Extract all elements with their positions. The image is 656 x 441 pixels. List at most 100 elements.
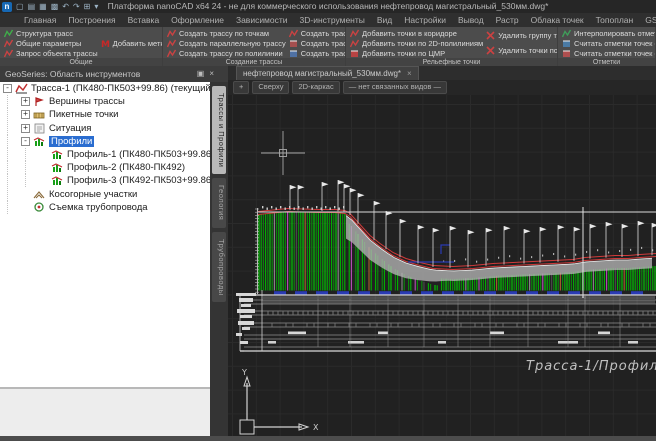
create-parallel-trace-icon	[167, 39, 176, 48]
tool-palette-header[interactable]: GeoSeries: Область инструментов ▣ ×	[0, 66, 228, 82]
ribbon-button-label: Создать параллельную трассу	[179, 39, 286, 48]
open-file-icon[interactable]: ▤	[28, 0, 36, 13]
ribbon-button-label: Создать трассу по полилинии	[179, 49, 283, 58]
ribbon-tab-настройки[interactable]: Настройки	[398, 13, 452, 27]
add-points-in-corridor-icon	[350, 29, 359, 38]
ribbon-button-add-points-by-dem[interactable]: Добавить точки по ЦМР	[350, 48, 483, 58]
ribbon-button-read-point-marks-dem[interactable]: Считать отметки точек с ЦМР	[562, 38, 656, 48]
ribbon-tab-растр[interactable]: Растр	[490, 13, 525, 27]
palette-tab-геология[interactable]: Геология	[212, 178, 226, 227]
ribbon-group-отметки: Интерполировать отметки точекСчитать отм…	[558, 27, 656, 66]
ribbon-tab-главная[interactable]: Главная	[18, 13, 62, 27]
tree-item[interactable]: +Вершины трассы	[0, 95, 210, 108]
ribbon-button-interpolate-point-marks[interactable]: Интерполировать отметки точек	[562, 28, 656, 38]
tree-item[interactable]: Съемка трубопровода	[0, 201, 210, 214]
ribbon-button-read-point-marks-dem-auto[interactable]: Считать отметки точек с ЦМР авт	[562, 48, 656, 58]
window-title: Платформа nanoCAD x64 24 - не для коммер…	[0, 0, 656, 13]
expand-icon[interactable]: +	[21, 110, 30, 119]
picket-points-icon	[33, 109, 46, 120]
ribbon-button-create-trace-by-points[interactable]: Создать трассу по точкам	[167, 28, 286, 38]
ribbon-button-label: Интерполировать отметки точек	[574, 29, 656, 38]
ribbon-button-query-trace-object[interactable]: Запрос объекта трассы	[4, 48, 98, 58]
trace-tree: - Трасса-1 (ПК480-ПК503+99.86) (текущий в…	[0, 82, 210, 387]
close-tab-icon[interactable]: ×	[407, 67, 412, 80]
tree-item[interactable]: - Трасса-1 (ПК480-ПК503+99.86) (текущий в…	[0, 82, 210, 95]
save-all-icon[interactable]: ▩	[51, 0, 59, 13]
new-file-icon[interactable]: ▢	[16, 0, 24, 13]
palette-tab-трубопроводы[interactable]: Трубопроводы	[212, 232, 226, 303]
collapse-icon[interactable]: -	[21, 137, 30, 146]
drawing-canvas[interactable]: Трасса-1/Профиль-1 Y X	[228, 95, 656, 436]
ribbon-tab-зависимости[interactable]: Зависимости	[230, 13, 294, 27]
create-trace-by-profile-line-icon	[289, 29, 298, 38]
ribbon-button-create-trace-by-profile-line[interactable]: Создать трассу по линии профиля	[289, 28, 346, 38]
profile-title-label: Трасса-1/Профиль-1	[526, 359, 656, 374]
ribbon-button-label: Считать отметки точек с ЦМР авт	[574, 49, 656, 58]
expand-icon[interactable]: +	[21, 97, 30, 106]
save-icon[interactable]: ▦	[39, 0, 47, 13]
tree-item-label: Профиль-2 (ПК480-ПК492)	[67, 162, 185, 173]
palette-tab-трассы-и-профили[interactable]: Трассы и Профили	[212, 86, 226, 174]
tree-item[interactable]: +Пикетные точки	[0, 108, 210, 121]
close-icon[interactable]: ×	[209, 66, 214, 82]
tree-item[interactable]: Профиль-3 (ПК492-ПК503+99.86)	[0, 174, 210, 187]
profile-chart-icon	[51, 175, 64, 186]
tree-item[interactable]: Профиль-2 (ПК480-ПК492)	[0, 161, 210, 174]
ribbon-tab-топоплан[interactable]: Топоплан	[590, 13, 640, 27]
ribbon-button-create-trace-from-db[interactable]: Создать трассу из БД проекта	[289, 38, 346, 48]
visual-style-button[interactable]: 2D-каркас	[292, 81, 339, 94]
axis-label-y: Y	[241, 368, 247, 377]
axis-label-x: X	[313, 423, 319, 432]
tree-item[interactable]: -Профили	[0, 135, 210, 148]
create-trace-by-points-icon	[167, 29, 176, 38]
tree-item[interactable]: Косогорные участки	[0, 188, 210, 201]
undo-icon[interactable]: ↶	[62, 0, 69, 13]
ribbon-button-delete-points-by-criteria[interactable]: Удалить точки по критериям	[486, 46, 558, 56]
ribbon-button-label: Создать трассу по точкам	[179, 29, 269, 38]
print-icon[interactable]: ⊞	[84, 0, 91, 13]
ribbon-button-label: Считать отметки точек с ЦМР	[574, 39, 656, 48]
ribbon-button-common-parameters[interactable]: Общие параметры	[4, 38, 98, 48]
ribbon-button-delete-points-group[interactable]: Удалить группу точек	[486, 31, 558, 41]
ribbon-tab-вывод[interactable]: Вывод	[452, 13, 490, 27]
linked-views-button[interactable]: — нет связанных видов —	[343, 81, 447, 94]
add-trace-name-label-icon: M	[101, 39, 110, 48]
ribbon-button-trace-structure[interactable]: Структура трасс	[4, 28, 98, 38]
ribbon-button-add-trace-name-label[interactable]: MДобавить метку Имя трассы	[101, 38, 163, 48]
ribbon-tab-вставка[interactable]: Вставка	[122, 13, 166, 27]
profile-chart-icon	[51, 149, 64, 160]
nanocad-logo[interactable]: n	[2, 2, 12, 12]
ribbon-button-label: Добавить метку Имя трассы	[113, 39, 163, 48]
tree-item-label: Трасса-1 (ПК480-ПК503+99.86) (текущий ви…	[31, 83, 210, 94]
menu-caret-icon[interactable]: ▾	[94, 0, 98, 13]
ribbon-button-create-trace-from-xml[interactable]: Создать трассу из XML-файла	[289, 48, 346, 58]
query-trace-object-icon	[4, 49, 13, 58]
tree-item[interactable]: +Ситуация	[0, 122, 210, 135]
ribbon-tab-3d-инструменты[interactable]: 3D-инструменты	[294, 13, 371, 27]
new-viewport-button[interactable]: +	[233, 81, 249, 94]
ribbon-tab-оформление[interactable]: Оформление	[165, 13, 230, 27]
expand-icon[interactable]: +	[21, 124, 30, 133]
ribbon-tab-облака-точек[interactable]: Облака точек	[525, 13, 590, 27]
profile-chart-icon	[51, 162, 64, 173]
redo-icon[interactable]: ↷	[73, 0, 80, 13]
ribbon-tab-построения[interactable]: Построения	[62, 13, 121, 27]
tool-palette-title: GeoSeries: Область инструментов	[5, 69, 140, 79]
ribbon-tab-gs-common[interactable]: GS_Common	[639, 13, 656, 27]
ribbon-button-add-points-in-corridor[interactable]: Добавить точки в коридоре	[350, 28, 483, 38]
ribbon-button-create-parallel-trace[interactable]: Создать параллельную трассу	[167, 38, 286, 48]
ribbon-tab-вид[interactable]: Вид	[371, 13, 398, 27]
ribbon-group-создание-трассы: Создать трассу по точкамСоздать параллел…	[163, 27, 346, 66]
view-direction-button[interactable]: Сверху	[252, 81, 289, 94]
quick-access-toolbar: n ▢ ▤▦ ▩↶ ↷ ⊞▾	[2, 0, 98, 13]
ribbon-button-create-trace-by-polyline[interactable]: Создать трассу по полилинии	[167, 48, 286, 58]
ribbon-group-label: Отметки	[558, 58, 655, 66]
pin-icon[interactable]: ▣	[197, 66, 205, 82]
slope-sections-icon	[33, 189, 46, 200]
document-tab[interactable]: нефтепровод магистральный_530мм.dwg* ×	[236, 66, 419, 80]
add-points-by-2d-polylines-icon	[350, 39, 359, 48]
ribbon-button-add-points-by-2d-polylines[interactable]: Добавить точки по 2D-полилиниям	[350, 38, 483, 48]
delete-points-group-icon	[486, 31, 495, 40]
tree-item[interactable]: Профиль-1 (ПК480-ПК503+99.86)	[0, 148, 210, 161]
collapse-icon[interactable]: -	[3, 84, 12, 93]
